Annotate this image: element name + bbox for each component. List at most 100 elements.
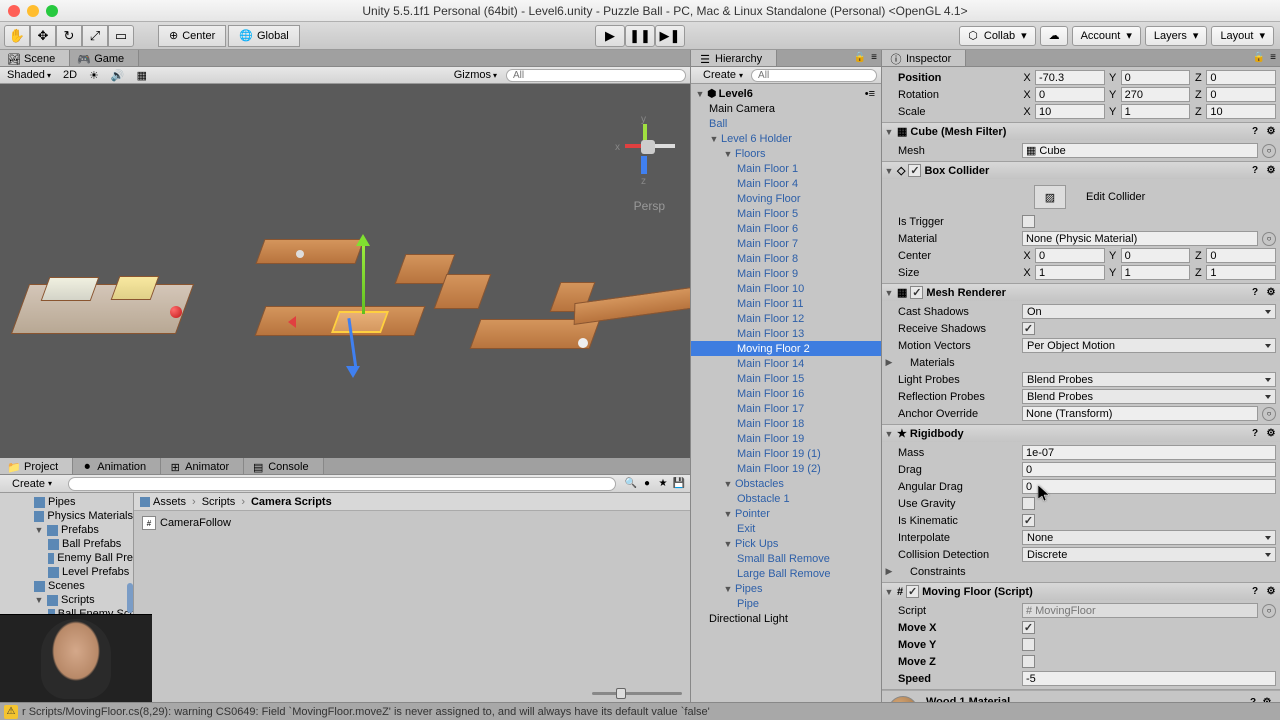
reflection-probes-dropdown[interactable]: Blend Probes [1022,389,1276,404]
project-icon-size-slider[interactable] [592,686,682,700]
gizmos-dropdown[interactable]: Gizmos▾ [451,69,500,81]
search-save-icon[interactable]: 💾 [672,477,686,491]
help-icon[interactable]: ? [1248,286,1262,300]
hierarchy-item[interactable]: Main Floor 12 [691,311,881,326]
play-button[interactable]: ▶ [595,25,625,47]
project-create-dropdown[interactable]: Create▾ [4,478,60,490]
hierarchy-item[interactable]: ▼Pipes [691,581,881,596]
inspector-lock-icon[interactable]: 🔒 [1252,50,1266,64]
physic-material-field[interactable]: None (Physic Material) [1022,231,1258,246]
angular-drag-field[interactable]: 0 [1022,479,1276,494]
collab-dropdown[interactable]: ⬡Collab▾ [959,26,1035,46]
panel-lock-icon[interactable]: 🔒 [853,50,867,64]
anchor-override-field[interactable]: None (Transform) [1022,406,1258,421]
receive-shadows-checkbox[interactable]: ✓ [1022,322,1035,335]
scene-row[interactable]: ▼⬢Level6•≡ [691,86,881,101]
perspective-label[interactable]: Persp [634,199,665,213]
help-icon[interactable]: ? [1248,585,1262,599]
tree-scrollbar[interactable] [127,583,133,613]
size-z[interactable]: 1 [1206,265,1276,280]
object-picker-icon[interactable]: ○ [1262,232,1276,246]
is-kinematic-checkbox[interactable]: ✓ [1022,514,1035,527]
collision-detection-dropdown[interactable]: Discrete [1022,547,1276,562]
mesh-field[interactable]: ▦Cube [1022,143,1258,158]
speed-field[interactable]: -5 [1022,671,1276,686]
interpolate-dropdown[interactable]: None [1022,530,1276,545]
layers-dropdown[interactable]: Layers▾ [1145,26,1208,46]
light-probes-dropdown[interactable]: Blend Probes [1022,372,1276,387]
hierarchy-item[interactable]: Main Floor 19 (2) [691,461,881,476]
hierarchy-item[interactable]: Main Floor 17 [691,401,881,416]
help-icon[interactable]: ? [1248,125,1262,139]
hierarchy-item[interactable]: ▼Pick Ups [691,536,881,551]
scale-x[interactable]: 10 [1035,104,1105,119]
rot-y[interactable]: 270 [1121,87,1191,102]
hierarchy-item[interactable]: Main Floor 7 [691,236,881,251]
game-tab[interactable]: 🎮Game [70,50,139,66]
hierarchy-item[interactable]: Directional Light [691,611,881,626]
move-z-checkbox[interactable] [1022,655,1035,668]
hierarchy-item[interactable]: Main Floor 8 [691,251,881,266]
hierarchy-item[interactable]: Small Ball Remove [691,551,881,566]
scale-z[interactable]: 10 [1206,104,1276,119]
hierarchy-item[interactable]: Main Floor 18 [691,416,881,431]
gear-icon[interactable]: ⚙ [1264,585,1278,599]
file-camera-follow[interactable]: #CameraFollow [138,515,686,531]
is-trigger-checkbox[interactable] [1022,215,1035,228]
hierarchy-item[interactable]: ▼Obstacles [691,476,881,491]
hierarchy-item[interactable]: Main Floor 5 [691,206,881,221]
search-filter-icon[interactable]: 🔍 [624,477,638,491]
layout-dropdown[interactable]: Layout▾ [1211,26,1274,46]
hierarchy-item[interactable]: Moving Floor [691,191,881,206]
mass-field[interactable]: 1e-07 [1022,445,1276,460]
rot-x[interactable]: 0 [1035,87,1105,102]
scene-gizmo[interactable]: y x z [615,114,675,184]
hierarchy-search[interactable] [751,69,877,82]
account-dropdown[interactable]: Account▾ [1072,26,1141,46]
hierarchy-item[interactable]: ▼Floors [691,146,881,161]
edit-collider-button[interactable]: ▨ [1034,185,1066,209]
help-icon[interactable]: ? [1248,427,1262,441]
2d-toggle[interactable]: 2D [60,69,80,81]
pos-z[interactable]: 0 [1206,70,1276,85]
cast-shadows-dropdown[interactable]: On [1022,304,1276,319]
animation-tab[interactable]: ⏺Animation [73,458,161,474]
hierarchy-item[interactable]: ▼Pointer [691,506,881,521]
inspector-menu-icon[interactable]: ≡ [1266,50,1280,64]
hierarchy-tree[interactable]: ▼⬢Level6•≡ Main Camera Ball ▼Level 6 Hol… [691,84,881,702]
breadcrumb-scripts[interactable]: Scripts [202,496,236,508]
center-z[interactable]: 0 [1206,248,1276,263]
hierarchy-item[interactable]: Obstacle 1 [691,491,881,506]
hierarchy-item[interactable]: ▼Level 6 Holder [691,131,881,146]
hierarchy-item[interactable]: Exit [691,521,881,536]
hierarchy-item[interactable]: Pipe [691,596,881,611]
inspector-tab[interactable]: ⓘInspector [882,50,966,66]
drag-field[interactable]: 0 [1022,462,1276,477]
component-enabled-checkbox[interactable]: ✓ [908,164,921,177]
gear-icon[interactable]: ⚙ [1264,286,1278,300]
component-enabled-checkbox[interactable]: ✓ [906,585,919,598]
gear-icon[interactable]: ⚙ [1260,695,1274,702]
gear-icon[interactable]: ⚙ [1264,164,1278,178]
close-window[interactable] [8,5,20,17]
rot-z[interactable]: 0 [1206,87,1276,102]
hierarchy-item[interactable]: Main Floor 10 [691,281,881,296]
hierarchy-item[interactable]: Main Floor 1 [691,161,881,176]
pivot-global-toggle[interactable]: 🌐Global [228,25,300,47]
panel-menu-icon[interactable]: ≡ [867,50,881,64]
search-label-icon[interactable]: ★ [656,477,670,491]
project-search[interactable] [68,477,616,491]
gear-icon[interactable]: ⚙ [1264,427,1278,441]
hierarchy-item[interactable]: Large Ball Remove [691,566,881,581]
hierarchy-item-selected[interactable]: Moving Floor 2 [691,341,881,356]
rotate-tool[interactable]: ↻ [56,25,82,47]
maximize-window[interactable] [46,5,58,17]
move-y-checkbox[interactable] [1022,638,1035,651]
breadcrumb-assets[interactable]: Assets [140,496,186,508]
project-files[interactable]: #CameraFollow [134,511,690,702]
minimize-window[interactable] [27,5,39,17]
hierarchy-item[interactable]: Main Floor 13 [691,326,881,341]
component-enabled-checkbox[interactable]: ✓ [910,286,923,299]
object-picker-icon[interactable]: ○ [1262,407,1276,421]
step-button[interactable]: ▶❚ [655,25,685,47]
